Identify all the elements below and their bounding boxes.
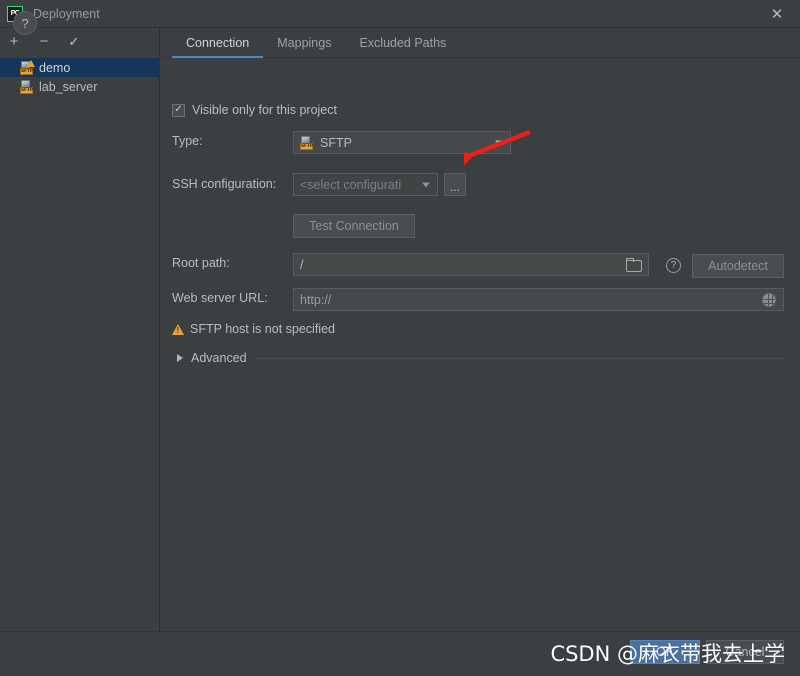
root-path-input[interactable]: / <box>293 253 649 276</box>
chevron-down-icon <box>422 182 430 187</box>
autodetect-button[interactable]: Autodetect <box>692 254 784 278</box>
validation-warning-text: SFTP host is not specified <box>190 322 335 336</box>
settings-panel: Connection Mappings Excluded Paths ✓ Vis… <box>161 28 800 631</box>
remove-server-button[interactable]: − <box>36 33 52 49</box>
list-item-label: demo <box>39 60 71 75</box>
warning-triangle-icon <box>172 323 184 335</box>
add-server-button[interactable]: + <box>6 33 22 49</box>
visible-only-checkbox[interactable]: ✓ <box>172 103 185 117</box>
help-button[interactable]: ? <box>13 11 37 35</box>
sftp-type-icon: SFTP <box>300 135 314 150</box>
ssh-config-browse-button[interactable]: ... <box>444 173 466 196</box>
visible-only-label: Visible only for this project <box>192 103 337 117</box>
test-connection-button[interactable]: Test Connection <box>293 214 415 238</box>
title-bar: PC Deployment ✕ <box>0 0 800 28</box>
list-item-label: lab_server <box>39 79 98 94</box>
sftp-server-warning-icon: SFTP <box>20 59 35 75</box>
root-path-value: / <box>300 257 304 272</box>
root-path-help-icon[interactable]: ? <box>666 258 681 273</box>
chevron-down-icon <box>495 140 503 145</box>
ssh-config-value: <select configurati <box>300 177 402 192</box>
server-list: SFTP demo SFTP lab_server <box>0 54 159 96</box>
folder-icon[interactable] <box>626 258 642 272</box>
web-server-url-input[interactable]: http:// <box>293 288 784 311</box>
ssh-config-label: SSH configuration: <box>172 177 277 191</box>
visible-only-row[interactable]: ✓ Visible only for this project <box>172 103 337 117</box>
type-label: Type: <box>172 134 203 148</box>
ok-button[interactable]: OK <box>630 640 700 664</box>
web-server-url-value: http:// <box>300 292 332 307</box>
sftp-server-icon: SFTP <box>20 79 34 94</box>
type-label-wrap: Type: <box>172 134 203 148</box>
tab-connection[interactable]: Connection <box>172 28 264 58</box>
cancel-button[interactable]: Cancel <box>706 640 784 664</box>
tab-excluded-paths[interactable]: Excluded Paths <box>345 28 460 57</box>
window-title: Deployment <box>33 6 100 21</box>
set-default-server-button[interactable]: ✓ <box>66 33 82 49</box>
advanced-divider <box>255 357 784 359</box>
type-value: SFTP <box>320 135 352 150</box>
globe-icon[interactable] <box>762 293 776 307</box>
tab-bar: Connection Mappings Excluded Paths <box>161 28 800 58</box>
server-list-panel: + − ✓ SFTP demo SFTP lab_server <box>0 28 160 631</box>
ssh-config-label-wrap: SSH configuration: <box>172 177 276 191</box>
web-server-url-label: Web server URL: <box>172 291 268 305</box>
root-path-label: Root path: <box>172 256 230 270</box>
chevron-right-icon[interactable] <box>177 354 183 362</box>
deployment-dialog: PC Deployment ✕ + − ✓ SFTP demo SFTP lab… <box>0 0 800 676</box>
advanced-label: Advanced <box>191 351 247 365</box>
web-url-label-wrap: Web server URL: <box>172 291 268 305</box>
list-item-demo[interactable]: SFTP demo <box>0 58 159 77</box>
advanced-section-header[interactable]: Advanced <box>177 351 784 365</box>
validation-warning: SFTP host is not specified <box>172 322 335 336</box>
type-combobox[interactable]: SFTP SFTP <box>293 131 511 154</box>
tab-mappings[interactable]: Mappings <box>263 28 345 57</box>
ssh-config-combobox[interactable]: <select configurati <box>293 173 438 196</box>
close-icon[interactable]: ✕ <box>754 0 800 28</box>
root-path-label-wrap: Root path: <box>172 256 230 270</box>
list-item-lab-server[interactable]: SFTP lab_server <box>0 77 159 96</box>
